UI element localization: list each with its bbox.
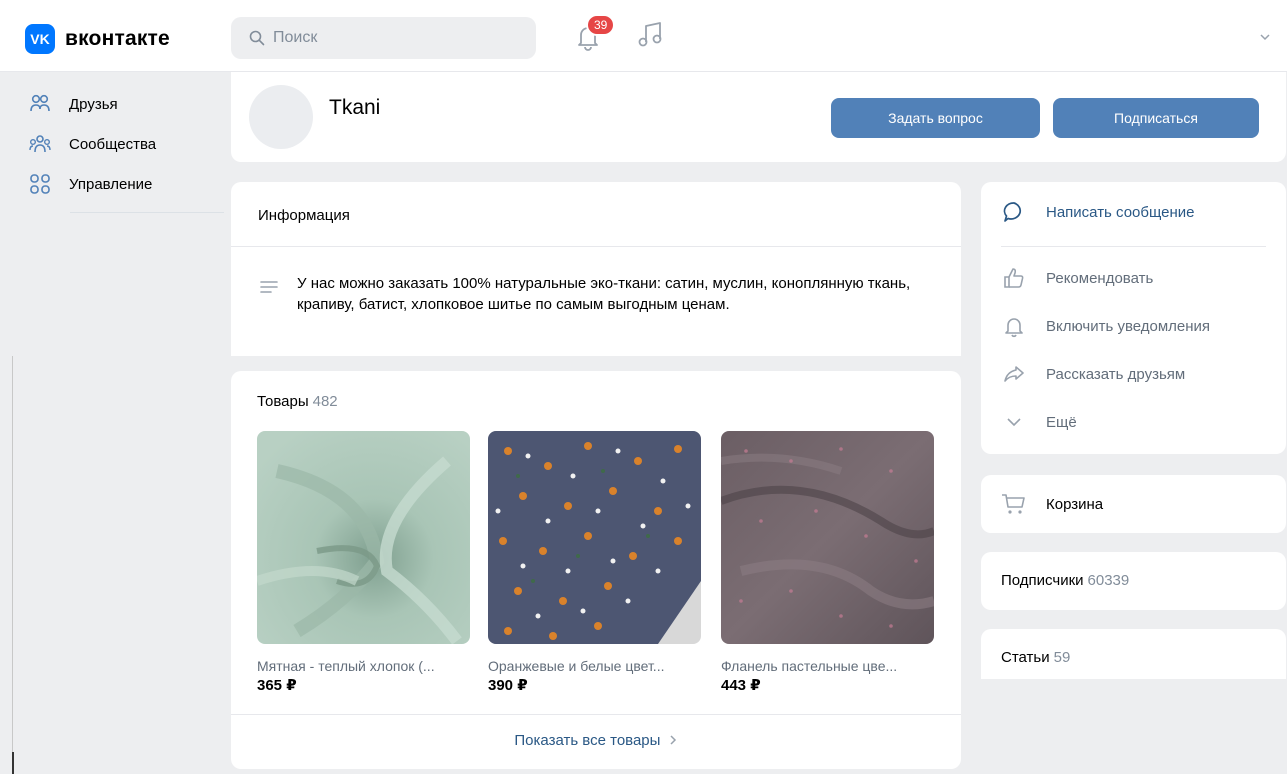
top-bar: VK вконтакте 39 <box>0 0 1287 72</box>
sidebar-item-communities[interactable]: Сообщества <box>28 124 224 164</box>
cart-action[interactable]: Корзина <box>1001 491 1103 517</box>
group-name: Tkani <box>329 96 381 119</box>
show-all-goods-link[interactable]: Показать все товары <box>231 732 961 749</box>
sidebar-item-manage[interactable]: Управление <box>28 164 224 204</box>
goods-item-name[interactable]: Мятная - теплый хлопок (... <box>257 658 470 674</box>
music-icon[interactable] <box>636 20 664 50</box>
cart-card[interactable]: Корзина <box>981 475 1286 533</box>
manage-icon <box>28 172 52 196</box>
write-message-action[interactable]: Написать сообщение <box>1001 199 1195 225</box>
goods-item-image[interactable] <box>257 431 470 644</box>
goods-item[interactable]: Фланель пастельные цве... 443 ₽ <box>721 431 934 694</box>
goods-item-name[interactable]: Оранжевые и белые цвет... <box>488 658 701 674</box>
subscribers-label: Подписчики <box>1001 572 1084 589</box>
goods-item-name[interactable]: Фланель пастельные цве... <box>721 658 934 674</box>
recommend-action[interactable]: Рекомендовать <box>1001 265 1153 291</box>
articles-stat[interactable]: Статьи 59 <box>1001 649 1070 666</box>
chevron-down-icon[interactable] <box>1258 30 1272 44</box>
thumbs-up-icon <box>1001 265 1027 291</box>
articles-card[interactable]: Статьи 59 <box>981 629 1286 679</box>
group-header: Tkani Задать вопрос Подписаться <box>231 72 1286 162</box>
floral-fabric-image <box>488 431 701 644</box>
vk-logo-text: вконтакте <box>65 27 170 50</box>
subscribe-button[interactable]: Подписаться <box>1053 98 1259 138</box>
subscribers-stat[interactable]: Подписчики 60339 <box>1001 572 1129 589</box>
goods-title-label: Товары <box>257 393 309 410</box>
goods-title[interactable]: Товары 482 <box>257 393 338 410</box>
search-box[interactable] <box>231 17 536 59</box>
share-arrow-icon <box>1001 361 1027 387</box>
window-edge-divider <box>12 356 13 774</box>
search-icon <box>249 30 265 46</box>
goods-item-image[interactable] <box>488 431 701 644</box>
notifications-badge: 39 <box>586 14 616 36</box>
enable-notifications-action[interactable]: Включить уведомления <box>1001 313 1210 339</box>
show-all-goods-label: Показать все товары <box>514 732 661 749</box>
communities-icon <box>28 132 52 156</box>
goods-item-price: 365 ₽ <box>257 677 297 694</box>
share-action[interactable]: Рассказать друзьям <box>1001 361 1185 387</box>
vk-logo[interactable]: VK вконтакте <box>25 24 170 54</box>
chevron-right-icon <box>670 735 676 745</box>
actions-divider <box>1001 246 1266 247</box>
description-lines-icon <box>260 281 278 293</box>
cart-label: Корзина <box>1046 495 1104 513</box>
articles-label: Статьи <box>1001 649 1050 666</box>
goods-item[interactable]: Оранжевые и белые цвет... 390 ₽ <box>488 431 701 694</box>
search-input[interactable] <box>273 29 513 47</box>
info-description: У нас можно заказать 100% натуральные эк… <box>297 275 911 313</box>
goods-item-price: 390 ₽ <box>488 677 528 694</box>
text-cursor <box>12 752 14 774</box>
goods-item-price: 443 ₽ <box>721 677 761 694</box>
more-label: Ещё <box>1046 413 1077 431</box>
share-label: Рассказать друзьям <box>1046 365 1186 383</box>
cart-icon <box>1001 491 1027 517</box>
chevron-down-icon <box>1001 409 1027 435</box>
flannel-fabric-image <box>721 431 934 644</box>
bell-icon <box>1001 313 1027 339</box>
goods-item-image[interactable] <box>721 431 934 644</box>
sidebar-item-label: Управление <box>69 175 153 193</box>
left-sidebar: Друзья Сообщества Управление <box>28 84 224 204</box>
info-title: Информация <box>258 207 350 224</box>
mint-fabric-image <box>257 431 470 644</box>
recommend-label: Рекомендовать <box>1046 269 1154 287</box>
more-actions[interactable]: Ещё <box>1001 409 1077 435</box>
enable-notifications-label: Включить уведомления <box>1046 317 1211 335</box>
goods-divider <box>231 714 961 715</box>
sidebar-item-friends[interactable]: Друзья <box>28 84 224 124</box>
group-actions-card: Написать сообщение Рекомендовать Включит… <box>981 182 1286 454</box>
group-avatar[interactable] <box>249 85 313 149</box>
write-message-label: Написать сообщение <box>1046 203 1195 221</box>
goods-item[interactable]: Мятная - теплый хлопок (... 365 ₽ <box>257 431 470 694</box>
goods-count: 482 <box>312 393 338 410</box>
sidebar-item-label: Друзья <box>69 95 118 113</box>
sidebar-item-label: Сообщества <box>69 135 157 153</box>
ask-question-button[interactable]: Задать вопрос <box>831 98 1040 138</box>
subscribers-count: 60339 <box>1087 572 1130 589</box>
info-card: Информация У нас можно заказать 100% нат… <box>231 182 961 356</box>
vk-logo-icon: VK <box>25 24 55 54</box>
articles-count: 59 <box>1053 649 1071 666</box>
subscribers-card[interactable]: Подписчики 60339 <box>981 552 1286 610</box>
info-divider <box>231 246 961 247</box>
message-bubble-icon <box>1001 199 1027 225</box>
friends-icon <box>28 92 52 116</box>
goods-card: Товары 482 Мятная - теплый хлопок (... 3… <box>231 371 961 769</box>
sidebar-divider <box>70 212 224 213</box>
